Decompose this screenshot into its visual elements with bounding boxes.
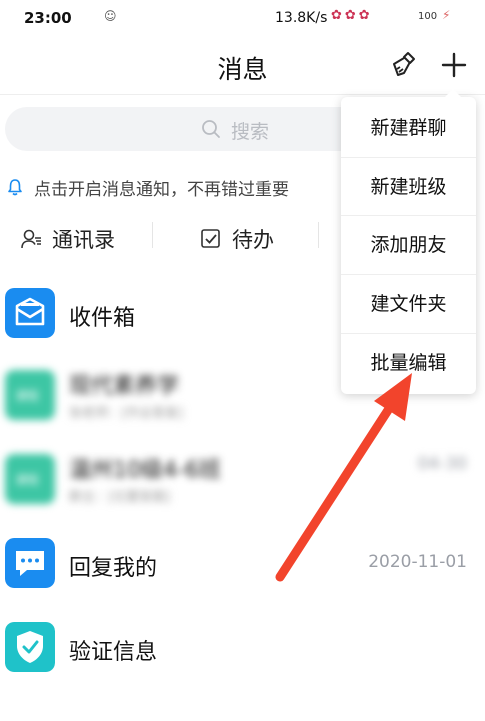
app-header: 消息 xyxy=(0,36,485,94)
comment-icon xyxy=(5,538,55,588)
course-avatar: 课程 xyxy=(5,454,55,504)
shortcut-divider xyxy=(152,222,153,248)
list-item-title: 回复我的 xyxy=(69,556,158,581)
list-item-title: 验证信息 xyxy=(69,640,158,665)
search-icon xyxy=(202,120,220,138)
shortcut-divider xyxy=(318,222,319,248)
shield-check-icon xyxy=(5,622,55,672)
battery-level: 100 xyxy=(418,11,438,22)
menu-item-batch-edit[interactable]: 批量编辑 xyxy=(341,333,476,392)
list-item-title: 现代素养学 xyxy=(69,374,180,399)
bell-icon xyxy=(8,179,22,196)
list-item-subtitle: 张老师：[作业答复] xyxy=(69,406,184,421)
search-placeholder: 搜索 xyxy=(231,121,270,143)
notification-tip[interactable]: 点击开启消息通知，不再错过重要 xyxy=(6,175,346,201)
notification-icon: ☺ xyxy=(104,9,117,23)
contacts-label: 通讯录 xyxy=(52,228,115,252)
list-item-title: 温州10级4-6班 xyxy=(69,458,221,483)
plus-icon[interactable] xyxy=(440,51,468,79)
list-item-title: 收件箱 xyxy=(69,306,136,331)
menu-item-new-folder[interactable]: 建文件夹 xyxy=(341,274,476,333)
course-badge: 课程 xyxy=(15,389,40,403)
contacts-icon xyxy=(21,229,41,249)
list-item-subtitle: 群主：[位置答题] xyxy=(69,490,171,505)
menu-item-new-group[interactable]: 新建群聊 xyxy=(341,99,476,157)
menu-item-add-friend[interactable]: 添加朋友 xyxy=(341,215,476,274)
menu-item-new-class[interactable]: 新建班级 xyxy=(341,157,476,216)
status-time: 23:00 xyxy=(24,9,72,27)
broom-icon[interactable] xyxy=(390,50,418,78)
list-item-course-2[interactable]: 课程 温州10级4-6班 群主：[位置答题] 04-30 xyxy=(0,436,485,520)
list-item-replies[interactable]: 回复我的 2020-11-01 xyxy=(0,520,485,604)
course-badge: 课程 xyxy=(15,473,40,487)
list-item-time: 2020-11-01 xyxy=(368,552,467,572)
todo-label: 待办 xyxy=(232,228,274,252)
add-popup-menu: 新建群聊 新建班级 添加朋友 建文件夹 批量编辑 xyxy=(341,89,476,394)
charging-icon: ⚡ xyxy=(442,8,451,22)
network-speed: 13.8K/s xyxy=(275,10,328,26)
list-item-time: 04-30 xyxy=(417,454,467,474)
checkbox-icon xyxy=(201,229,220,248)
header-divider xyxy=(0,94,485,95)
notification-tip-text: 点击开启消息通知，不再错过重要 xyxy=(34,180,289,200)
status-bar: 23:00 ☺ 13.8K/s ✿✿✿ 100 ⚡ xyxy=(0,0,485,36)
list-item-verification[interactable]: 验证信息 xyxy=(0,604,485,688)
inbox-icon xyxy=(5,288,55,338)
course-avatar: 课程 xyxy=(5,370,55,420)
status-icons: ✿✿✿ xyxy=(331,8,373,23)
